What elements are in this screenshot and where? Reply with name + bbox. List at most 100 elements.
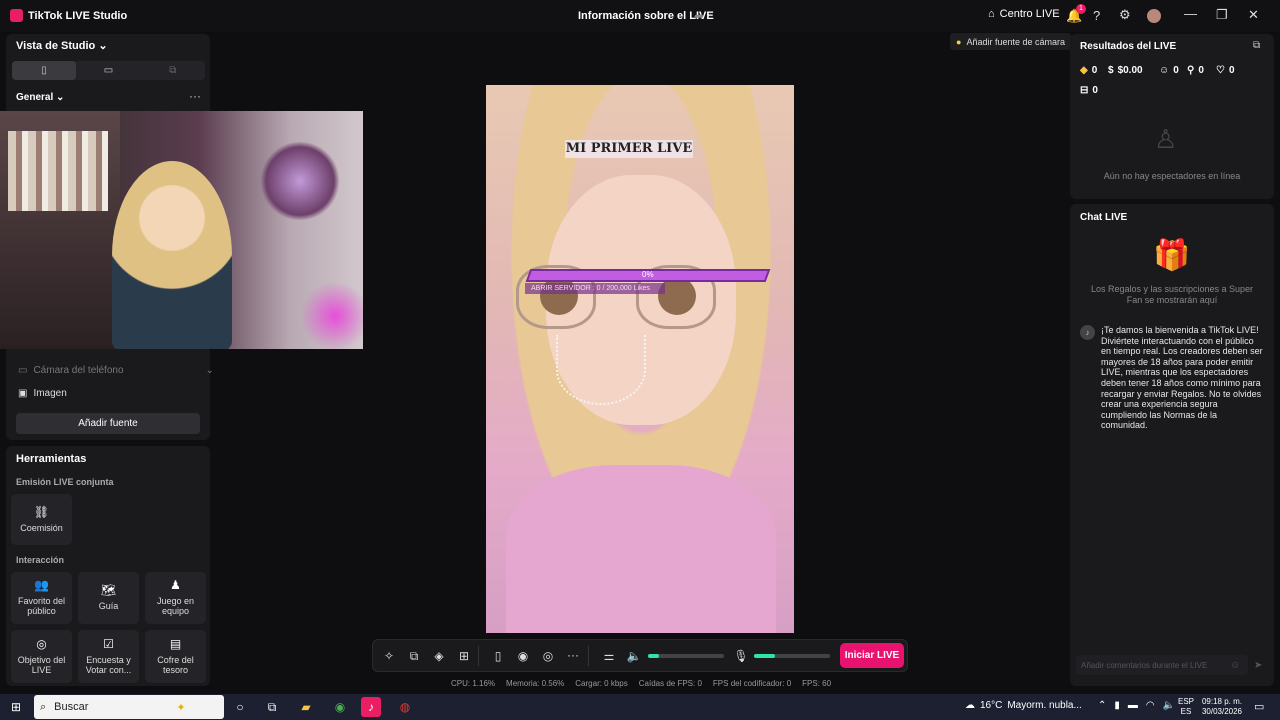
guia-label: Guía	[98, 601, 119, 612]
source-image[interactable]: ▣ Imagen	[18, 388, 67, 399]
send-icon[interactable]: ➤	[1254, 660, 1262, 671]
juego-button[interactable]: ♟ Juego en equipo	[145, 572, 206, 624]
lang-primary: ESP	[1178, 697, 1195, 706]
start-live-button[interactable]: Iniciar LIVE	[840, 643, 904, 668]
more-icon[interactable]: ···	[189, 89, 201, 103]
poll-icon: ☑	[103, 636, 114, 651]
share-icon[interactable]: ➦	[694, 9, 704, 23]
lang-secondary: ES	[1180, 707, 1192, 716]
volume-slider[interactable]	[648, 654, 724, 658]
objetivo-button[interactable]: ◎ Objetivo del LIVE	[11, 630, 72, 683]
centro-live-button[interactable]: ⌂ Centro LIVE	[988, 8, 1060, 20]
avatar[interactable]	[1147, 9, 1161, 23]
mic-slider[interactable]	[754, 654, 830, 658]
clock-time: 09:18 p. m.	[1201, 697, 1242, 706]
wifi-icon[interactable]: ◠	[1146, 700, 1155, 711]
chrome-icon[interactable]: ◉	[330, 697, 350, 717]
sparkle-icon: ✦	[176, 701, 186, 714]
coin-icon: $	[1108, 65, 1114, 76]
chevron-up-icon[interactable]: ⌃	[1098, 700, 1106, 711]
gift-icon: ⊟	[1080, 85, 1089, 96]
viewers-stat: ☺ 0	[1159, 65, 1179, 76]
orientation-switch: ▯ ▭ ⧉	[12, 61, 205, 80]
notifications-icon[interactable]: ▭	[1254, 700, 1264, 713]
add-camera-source-button[interactable]: ● Añadir fuente de cámara	[950, 33, 1071, 50]
windows-start-icon[interactable]: ⊞	[6, 697, 26, 717]
clock[interactable]: 09:18 p. m. 30/03/2026	[1200, 697, 1242, 717]
coemision-button[interactable]: ⛓ Coemisión	[11, 494, 72, 545]
fps-stat: FPS: 60	[802, 679, 832, 688]
phone-camera-icon: ▭	[18, 365, 28, 376]
task-view-icon[interactable]: ⧉	[262, 697, 282, 717]
filters-icon[interactable]: ◈	[430, 649, 448, 663]
camera-icon[interactable]: ◎	[539, 649, 557, 663]
light-glow	[300, 281, 363, 349]
language-indicator[interactable]: ESP ES	[1178, 697, 1194, 717]
diamonds-stat: ◆ 0	[1080, 65, 1097, 76]
chat-title: Chat LIVE	[1080, 212, 1128, 223]
usb-icon[interactable]: ▮	[1114, 700, 1120, 711]
objetivo-label: Objetivo del LIVE	[17, 654, 66, 675]
live-preview-canvas[interactable]	[486, 85, 794, 633]
memory-stat: Memoria: 0.56%	[506, 679, 565, 688]
chevron-down-icon: ⌄	[98, 40, 108, 52]
microphone-icon[interactable]: 🎙	[732, 649, 750, 663]
interaction-section: Interacción	[16, 555, 65, 565]
add-scene-icon[interactable]: ⊞	[455, 649, 473, 663]
popout-icon[interactable]: ⧉	[1253, 40, 1260, 51]
favorito-label: Favorito del público	[17, 596, 66, 617]
settings-sliders-icon[interactable]: ⚌	[600, 649, 618, 663]
volume-icon[interactable]: 🔈	[1163, 700, 1175, 711]
tiktok-avatar-icon: ♪	[1080, 325, 1095, 340]
minimize-icon[interactable]: —	[1184, 6, 1197, 21]
chevron-down-icon: ⌄	[56, 92, 65, 103]
weather-widget[interactable]: ☁ 16°C Mayorm. nubla...	[965, 700, 1082, 711]
mic-fill	[754, 654, 776, 658]
add-camera-label: Añadir fuente de cámara	[966, 36, 1065, 47]
clock-date: 30/03/2026	[1201, 707, 1242, 716]
tiktok-studio-taskbar-icon[interactable]: ♪	[361, 697, 381, 717]
performance-stats: CPU: 1.16% Memoria: 0.56% Cargar: 0 kbps…	[451, 679, 831, 688]
tools-title: Herramientas	[16, 453, 87, 465]
webcam-preview	[0, 111, 363, 349]
file-explorer-icon[interactable]: ▰	[296, 697, 316, 717]
chat-panel	[1070, 204, 1274, 686]
magic-wand-icon[interactable]: ✧	[380, 649, 398, 663]
money-value: $0.00	[1117, 65, 1143, 76]
guia-button[interactable]: 🗺 Guía	[78, 572, 139, 624]
cortana-icon[interactable]: ○	[230, 697, 250, 717]
vertical-view-button[interactable]: ▯	[12, 61, 77, 80]
heart-icon: ♡	[1216, 65, 1225, 76]
phone-icon[interactable]: ▯	[489, 649, 507, 663]
studio-view-dropdown[interactable]: Vista de Studio ⌄	[16, 39, 108, 52]
scene-general-dropdown[interactable]: General ⌄	[16, 92, 64, 103]
obs-icon[interactable]: ◍	[395, 697, 415, 717]
taskbar-search[interactable]: ⌕ Buscar ✦	[34, 695, 224, 719]
comment-input[interactable]: Añadir comentarios durante el LIVE	[1076, 655, 1248, 675]
close-icon[interactable]: ✕	[1248, 7, 1259, 23]
source-phone-camera[interactable]: ▭ Cámara del teléfono ⌄	[18, 365, 214, 376]
speaker-icon[interactable]: 🔈	[625, 649, 643, 663]
gear-icon[interactable]: ⚙	[1119, 7, 1131, 23]
favorito-button[interactable]: 👥 Favorito del público	[11, 572, 72, 624]
cofre-button[interactable]: ▤ Cofre del tesoro	[145, 630, 206, 683]
diamonds-value: 0	[1091, 65, 1098, 76]
live-results-title: Resultados del LIVE	[1080, 41, 1177, 52]
add-source-button[interactable]: Añadir fuente	[16, 413, 200, 434]
more-options-icon[interactable]: ···	[564, 648, 582, 662]
team-game-icon: ♟	[170, 578, 181, 593]
record-icon[interactable]: ◉	[514, 649, 532, 663]
horizontal-view-button[interactable]: ▭	[76, 61, 140, 80]
effects-icon[interactable]: ⧉	[405, 649, 423, 664]
restore-icon[interactable]: ❐	[1216, 7, 1228, 23]
welcome-message: ¡Te damos la bienvenida a TikTok LIVE! D…	[1101, 325, 1263, 431]
volume-fill	[648, 654, 660, 658]
folder-icon[interactable]: ▬	[1128, 700, 1138, 711]
dual-view-button[interactable]: ⧉	[141, 61, 205, 80]
phone-camera-label: Cámara del teléfono	[33, 365, 124, 376]
encuesta-label: Encuesta y Votar con...	[85, 654, 132, 675]
emoji-icon[interactable]: ☺	[1230, 660, 1240, 671]
divider	[478, 646, 479, 666]
help-icon[interactable]: ?	[1093, 8, 1100, 23]
encuesta-button[interactable]: ☑ Encuesta y Votar con...	[78, 630, 139, 683]
